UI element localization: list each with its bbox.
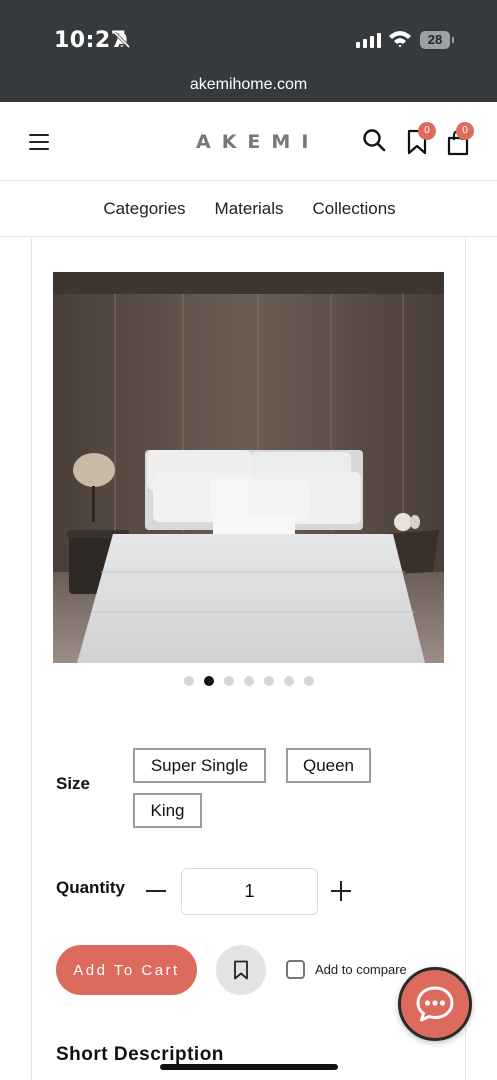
- carousel-dot-active[interactable]: [204, 676, 214, 686]
- size-option-super-single[interactable]: Super Single: [133, 748, 266, 783]
- wishlist-count-badge: 0: [418, 122, 436, 140]
- image-carousel-dots[interactable]: [184, 676, 314, 686]
- nav-materials[interactable]: Materials: [215, 199, 284, 219]
- carousel-dot[interactable]: [244, 676, 254, 686]
- site-header: AKEMI 0 0: [0, 102, 497, 181]
- quantity-label: Quantity: [56, 878, 125, 897]
- compare-label[interactable]: Add to compare: [315, 962, 407, 977]
- cart-count-badge: 0: [456, 122, 474, 140]
- quantity-decrease-button[interactable]: [146, 890, 166, 892]
- status-bar: 10:27 28 akemihome.com: [0, 0, 497, 102]
- product-image[interactable]: [53, 272, 444, 663]
- address-bar-url[interactable]: akemihome.com: [0, 76, 497, 94]
- nav-collections[interactable]: Collections: [313, 199, 396, 219]
- carousel-dot[interactable]: [184, 676, 194, 686]
- size-label: Size: [56, 774, 91, 793]
- add-to-cart-button[interactable]: Add To Cart: [56, 945, 197, 995]
- search-icon[interactable]: [362, 128, 386, 154]
- size-option-queen[interactable]: Queen: [286, 748, 371, 783]
- size-option-king[interactable]: King: [133, 793, 202, 828]
- nav-categories[interactable]: Categories: [103, 199, 185, 219]
- carousel-dot[interactable]: [304, 676, 314, 686]
- carousel-dot[interactable]: [224, 676, 234, 686]
- mute-bell-icon: [113, 31, 131, 49]
- quantity-input[interactable]: [181, 868, 318, 915]
- carousel-dot[interactable]: [264, 676, 274, 686]
- chat-bubble-icon: [416, 986, 454, 1022]
- wifi-icon: [389, 31, 411, 48]
- bookmark-icon: [234, 960, 248, 980]
- category-nav: Categories Materials Collections: [0, 182, 497, 237]
- home-indicator: [160, 1064, 338, 1070]
- compare-checkbox[interactable]: [286, 960, 305, 979]
- short-description-heading: Short Description: [56, 1044, 224, 1065]
- hamburger-menu-icon[interactable]: [29, 134, 49, 150]
- add-to-wishlist-button[interactable]: [216, 945, 266, 995]
- live-chat-button[interactable]: [398, 967, 472, 1041]
- brand-logo[interactable]: AKEMI: [196, 131, 319, 153]
- carousel-dot[interactable]: [284, 676, 294, 686]
- quantity-increase-button[interactable]: [331, 881, 351, 901]
- cellular-signal-icon: [356, 32, 381, 48]
- battery-indicator: 28: [420, 31, 454, 49]
